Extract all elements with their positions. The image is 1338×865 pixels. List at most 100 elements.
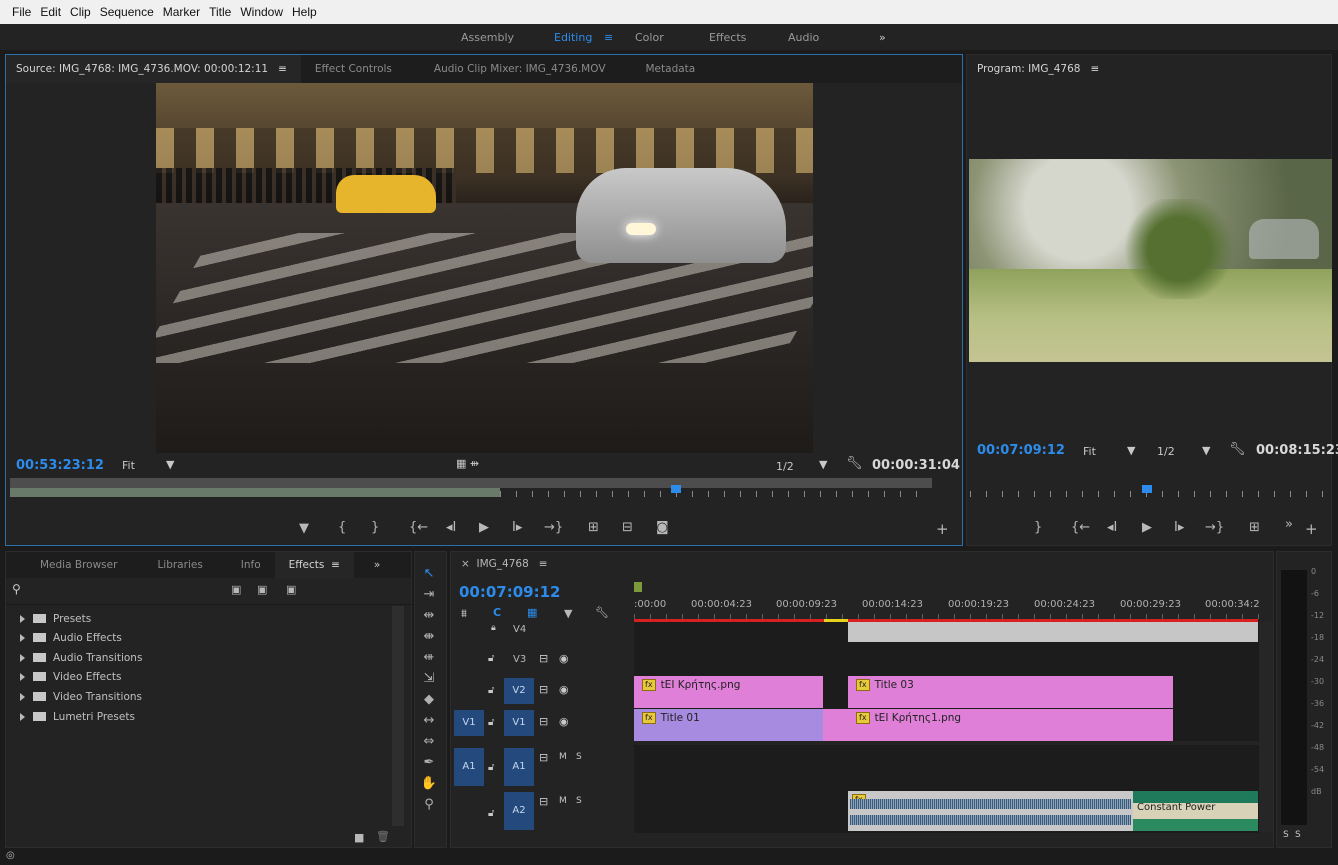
track-label-v4[interactable]: V4 — [513, 624, 526, 635]
playhead-marker[interactable] — [634, 582, 642, 592]
source-resolution-select[interactable]: 1/2 — [776, 460, 794, 473]
razor-blade-icon[interactable]: ◆ — [420, 692, 438, 707]
track-label-v1[interactable]: V1 — [504, 710, 534, 736]
mark-out-icon[interactable]: } — [371, 520, 379, 535]
track-label-a1[interactable]: A1 — [504, 748, 534, 786]
yuv-effects-icon[interactable]: ▣ — [286, 583, 296, 596]
sync-lock-icon[interactable]: ⊟ — [539, 751, 548, 764]
program-wrench-icon[interactable]: 🔧︎ — [1229, 442, 1246, 457]
time-ruler[interactable]: :00:00 00:00:04:23 00:00:09:23 00:00:14:… — [634, 599, 1274, 613]
meter-solo-left[interactable]: S — [1283, 830, 1289, 840]
effects-scrollbar[interactable] — [392, 606, 404, 826]
step-back-icon[interactable]: ◂I — [446, 520, 456, 535]
export-frame-icon[interactable]: ◙ — [656, 520, 669, 535]
snap-icon[interactable]: ⩩ — [461, 607, 467, 621]
program-resolution-select[interactable]: 1/2 — [1157, 445, 1175, 458]
tab-source[interactable]: Source: IMG_4768: IMG_4736.MOV: 00:00:12… — [6, 55, 301, 83]
eye-icon[interactable]: ◉ — [559, 683, 569, 696]
source-button-editor-icon[interactable]: + — [936, 520, 949, 538]
add-marker-icon[interactable]: ▼ — [299, 521, 309, 536]
tab-libraries[interactable]: Libraries — [131, 552, 216, 578]
expand-icon[interactable] — [20, 614, 25, 623]
solo-button[interactable]: S — [576, 796, 582, 806]
expand-icon[interactable] — [20, 712, 25, 721]
tab-program[interactable]: Program: IMG_4768 ≡ — [967, 55, 1113, 83]
menu-title[interactable]: Title — [209, 5, 231, 19]
tab-media-browser[interactable]: Media Browser — [6, 552, 131, 578]
track-select-tool-icon[interactable]: ⇥ — [420, 587, 438, 602]
expand-icon[interactable] — [20, 672, 25, 681]
program-play-icon[interactable]: ▶ — [1142, 520, 1152, 535]
source-wrench-icon[interactable]: 🔧︎ — [846, 456, 863, 471]
track-label-v2[interactable]: V2 — [504, 678, 534, 704]
mark-in-icon[interactable]: { — [338, 520, 346, 535]
hand-tool-icon[interactable]: ✋ — [420, 776, 438, 791]
program-video-frame[interactable] — [969, 159, 1332, 362]
add-marker-timeline-icon[interactable]: ▦ — [527, 606, 537, 619]
transition-constant-power[interactable]: Constant Power — [1133, 791, 1258, 831]
source-resolution-chevron-icon[interactable]: ▼ — [819, 458, 827, 471]
marker-icon[interactable]: ▼ — [564, 607, 572, 620]
new-bin-icon[interactable]: ■ — [354, 831, 364, 844]
program-fit-chevron-icon[interactable]: ▼ — [1127, 444, 1135, 457]
32bit-effects-icon[interactable]: ▣ — [257, 583, 267, 596]
source-fit-chevron-icon[interactable]: ▼ — [166, 458, 174, 471]
tab-metadata[interactable]: Metadata — [620, 55, 710, 83]
lock-icon[interactable]: 🔒︎ — [491, 623, 496, 633]
source-patch-a1[interactable]: A1 — [454, 748, 484, 786]
effects-item-video-transitions[interactable]: Video Transitions — [20, 687, 142, 706]
effects-item-audio-effects[interactable]: Audio Effects — [20, 628, 122, 647]
timeline-tab[interactable]: × IMG_4768 ≡ — [461, 558, 548, 570]
accelerated-effects-icon[interactable]: ▣ — [231, 583, 241, 596]
clip-v1-tei-kritis1[interactable]: fx tEI Κρήτης1.png — [848, 709, 1173, 741]
meter-solo-right[interactable]: S — [1295, 830, 1301, 840]
effects-item-video-effects[interactable]: Video Effects — [20, 667, 121, 686]
clip-v2-tei-kritis[interactable]: fx tEI Κρήτης.png — [634, 676, 823, 708]
track-lane-v3[interactable] — [634, 644, 1259, 676]
program-fit-select[interactable]: Fit — [1083, 445, 1096, 458]
lock-icon[interactable]: 🔓︎ — [488, 653, 494, 664]
workspace-color[interactable]: Color — [635, 31, 664, 44]
program-mark-out-icon[interactable]: } — [1034, 520, 1042, 535]
mute-button[interactable]: M — [559, 752, 567, 762]
menu-sequence[interactable]: Sequence — [100, 5, 154, 19]
program-button-editor-icon[interactable]: + — [1305, 520, 1318, 538]
source-patch-v1[interactable]: V1 — [454, 710, 484, 736]
effects-overflow-icon[interactable]: » — [354, 552, 394, 578]
close-icon[interactable]: × — [461, 558, 470, 570]
tab-effects[interactable]: Effects ≡ — [274, 552, 354, 578]
background-tasks-icon[interactable]: ◎ — [6, 850, 15, 861]
expand-icon[interactable] — [20, 692, 25, 701]
selection-tool-icon[interactable]: ↖ — [420, 566, 438, 581]
tab-info[interactable]: Info — [217, 552, 275, 578]
overwrite-icon[interactable]: ⊟ — [622, 520, 633, 535]
workspace-overflow-icon[interactable]: » — [879, 31, 886, 44]
clip-v1-gap[interactable] — [823, 709, 848, 741]
program-step-forward-icon[interactable]: I▸ — [1174, 520, 1184, 535]
step-forward-icon[interactable]: I▸ — [512, 520, 522, 535]
menu-window[interactable]: Window — [240, 5, 283, 19]
slip-tool-icon[interactable]: ↔ — [420, 713, 438, 728]
delete-icon[interactable]: 🗑︎ — [376, 830, 390, 843]
clip-a2-audio[interactable]: fx — [848, 791, 1133, 831]
tab-effect-controls[interactable]: Effect Controls — [301, 55, 406, 83]
program-overflow-icon[interactable]: » — [1285, 517, 1293, 532]
lock-icon[interactable]: 🔓︎ — [488, 717, 494, 728]
sync-lock-icon[interactable]: ⊟ — [539, 652, 548, 665]
eye-icon[interactable]: ◉ — [559, 715, 569, 728]
lock-icon[interactable]: 🔓︎ — [488, 762, 494, 773]
expand-icon[interactable] — [20, 653, 25, 662]
source-timecode[interactable]: 00:53:23:12 — [16, 458, 104, 473]
source-fit-select[interactable]: Fit — [122, 459, 135, 472]
go-to-in-icon[interactable]: {← — [409, 520, 428, 535]
menu-edit[interactable]: Edit — [40, 5, 61, 19]
zoom-tool-icon[interactable]: ⚲ — [420, 797, 438, 812]
timeline-scrollbar[interactable] — [1259, 622, 1273, 832]
expand-icon[interactable] — [20, 633, 25, 642]
clip-v4[interactable] — [848, 622, 1258, 642]
sync-lock-icon[interactable]: ⊟ — [539, 795, 548, 808]
linked-selection-icon[interactable]: C — [493, 606, 501, 619]
effects-item-lumetri-presets[interactable]: Lumetri Presets — [20, 707, 135, 726]
timeline-settings-icon[interactable]: 🔧︎ — [595, 606, 609, 619]
effects-item-audio-transitions[interactable]: Audio Transitions — [20, 648, 142, 667]
